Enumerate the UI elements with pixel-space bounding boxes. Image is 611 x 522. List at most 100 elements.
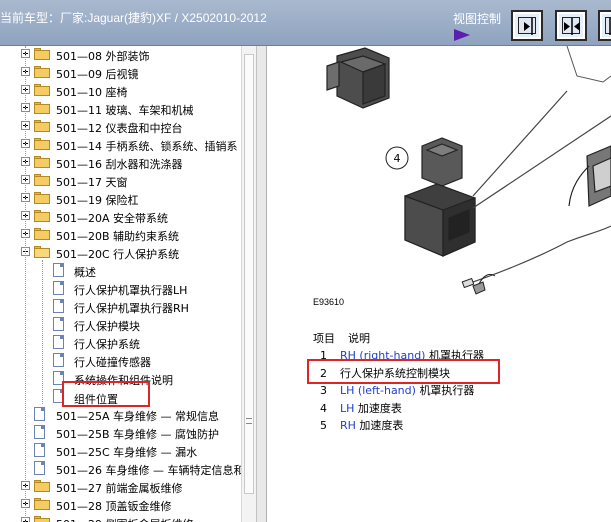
legend-num: 5 (320, 419, 327, 432)
folder-icon (34, 66, 50, 78)
legend-code: LH (left-hand) (340, 384, 416, 397)
view-button-right[interactable] (511, 10, 543, 41)
tree-item[interactable]: 501—25A 车身维修 — 常规信息 (0, 406, 241, 424)
tree-item-label: 行人保护模块 (74, 320, 140, 333)
tree-item-label: 501—14 手柄系统、锁系统、插销系 (56, 140, 238, 153)
folder-icon (34, 480, 50, 492)
tree-item-label: 501—27 前端金属板维修 (56, 482, 183, 495)
folder-icon (34, 84, 50, 96)
tree-item[interactable]: 行人碰撞传感器 (0, 352, 241, 370)
tree-item-label: 501—25A 车身维修 — 常规信息 (56, 410, 220, 423)
view-control-label: 视图控制 (453, 12, 502, 26)
document-icon (34, 461, 45, 475)
tree-item[interactable]: 501—29 侧围板金属板维修 (0, 514, 241, 522)
legend-code: RH (340, 419, 356, 432)
tree-item-label: 行人碰撞传感器 (74, 356, 151, 369)
tree-line (25, 46, 26, 522)
legend-desc: 加速度表 (357, 401, 402, 415)
tree-item[interactable]: 行人保护机罩执行器RH (0, 298, 241, 316)
document-icon (34, 443, 45, 457)
panel-right-arrow-icon (518, 17, 536, 35)
legend-num: 4 (320, 401, 327, 415)
tree-item[interactable]: 501—14 手柄系统、锁系统、插销系 (0, 136, 241, 154)
scrollbar-grip-icon (246, 418, 252, 424)
tree-item[interactable]: 501—16 刮水器和洗涤器 (0, 154, 241, 172)
folder-icon (34, 48, 50, 60)
folder-open-icon (34, 246, 50, 258)
tree-item-label: 行人保护机罩执行器LH (74, 284, 188, 297)
tree-item[interactable]: 501—26 车身维修 — 车辆特定信息和 (0, 460, 241, 478)
folder-icon (34, 192, 50, 204)
split-arrows-icon (562, 17, 580, 35)
tree-panel: 501—08 外部装饰 501—09 后视镜 501—10 座椅 501—11 玻璃、… (0, 46, 241, 522)
tree-item-label: 行人保护系统 (74, 338, 140, 351)
folder-icon (34, 120, 50, 132)
tree-item-label: 501—26 车身维修 — 车辆特定信息和 (56, 464, 241, 477)
document-icon (34, 425, 45, 439)
legend-header-item: 项目 (313, 332, 335, 345)
tree-item-label: 501—17 天窗 (56, 176, 128, 189)
view-button-left[interactable] (598, 10, 611, 41)
tree-item[interactable]: 概述 (0, 262, 241, 280)
tree-item[interactable]: 行人保护模块 (0, 316, 241, 334)
legend-desc: 机罩执行器 (419, 384, 475, 397)
tree-line (42, 260, 43, 404)
actuator-module-top (326, 47, 390, 109)
tree-item[interactable]: 501—12 仪表盘和中控台 (0, 118, 241, 136)
tree-item[interactable]: 501—27 前端金属板维修 (0, 478, 241, 496)
title-bar: 当前车型：厂家:Jaguar(捷豹)XF / X2502010-2012 视图控… (0, 0, 611, 46)
tree-item[interactable]: 行人保护机罩执行器LH (0, 280, 241, 298)
tree-item[interactable]: 501—09 后视镜 (0, 64, 241, 82)
tree-item[interactable]: 501—20C 行人保护系统 (0, 244, 241, 262)
tree-item[interactable]: 501—11 玻璃、车架和机械 (0, 100, 241, 118)
tree-item-label: 概述 (74, 266, 96, 279)
tree-item[interactable]: 501—10 座椅 (0, 82, 241, 100)
tree-item[interactable]: 行人保护系统 (0, 334, 241, 352)
tree-item-label: 501—28 顶盖钣金维修 (56, 500, 172, 513)
panel-splitter[interactable] (256, 46, 267, 522)
tree-item[interactable]: 501—08 外部装饰 (0, 46, 241, 64)
tree-item-label: 501—10 座椅 (56, 86, 128, 99)
document-icon (53, 281, 64, 295)
legend-row: 4 LH 加速度表 (320, 400, 402, 416)
tree-item[interactable]: 501—20A 安全带系统 (0, 208, 241, 226)
tree-item[interactable]: 501—28 顶盖钣金维修 (0, 496, 241, 514)
tree-item[interactable]: 501—25B 车身维修 — 腐蚀防护 (0, 424, 241, 442)
vehicle-body-outline (566, 46, 611, 83)
folder-icon (34, 498, 50, 510)
accelerometer-module (404, 137, 476, 257)
figure-id: E93610 (313, 297, 345, 307)
folder-icon (34, 138, 50, 150)
legend-row: 5 RH 加速度表 (320, 417, 403, 433)
tree-item-label: 501—16 刮水器和洗涤器 (56, 158, 183, 171)
tree-item-label: 行人保护机罩执行器RH (74, 302, 189, 315)
content-panel: 4 E93610 项目 说明 1 RH (right-hand) 机罩执行器 2… (267, 46, 611, 522)
tree-item-label: 501—08 外部装饰 (56, 50, 150, 63)
folder-icon (34, 102, 50, 114)
document-icon (53, 299, 64, 313)
tree-item[interactable]: 501—19 保险杠 (0, 190, 241, 208)
legend-header: 项目 说明 (313, 330, 370, 346)
tree-item-label: 501—11 玻璃、车架和机械 (56, 104, 194, 117)
tree-scrollbar[interactable] (241, 46, 256, 522)
tree-item-label: 501—20C 行人保护系统 (56, 248, 180, 261)
tree-item-label: 501—12 仪表盘和中控台 (56, 122, 183, 135)
tree-item[interactable]: 501—25C 车身维修 — 漏水 (0, 442, 241, 460)
scrollbar-thumb[interactable] (244, 54, 254, 494)
document-icon (53, 353, 64, 367)
view-control-arrow-icon[interactable] (454, 29, 470, 41)
window-title: 当前车型：厂家:Jaguar(捷豹)XF / X2502010-2012 (0, 11, 267, 25)
component-diagram: 4 (326, 46, 611, 295)
legend-desc: 加速度表 (359, 419, 404, 432)
tree-item[interactable]: 501—17 天窗 (0, 172, 241, 190)
folder-icon (34, 174, 50, 186)
folder-icon (34, 516, 50, 522)
document-icon (53, 317, 64, 331)
legend-highlight-box (307, 359, 500, 384)
legend-code: LH (340, 401, 355, 415)
folder-icon (34, 228, 50, 240)
control-module-right (568, 145, 611, 207)
document-icon (53, 335, 64, 349)
view-button-split[interactable] (555, 10, 587, 41)
tree-item[interactable]: 501—20B 辅助约束系统 (0, 226, 241, 244)
